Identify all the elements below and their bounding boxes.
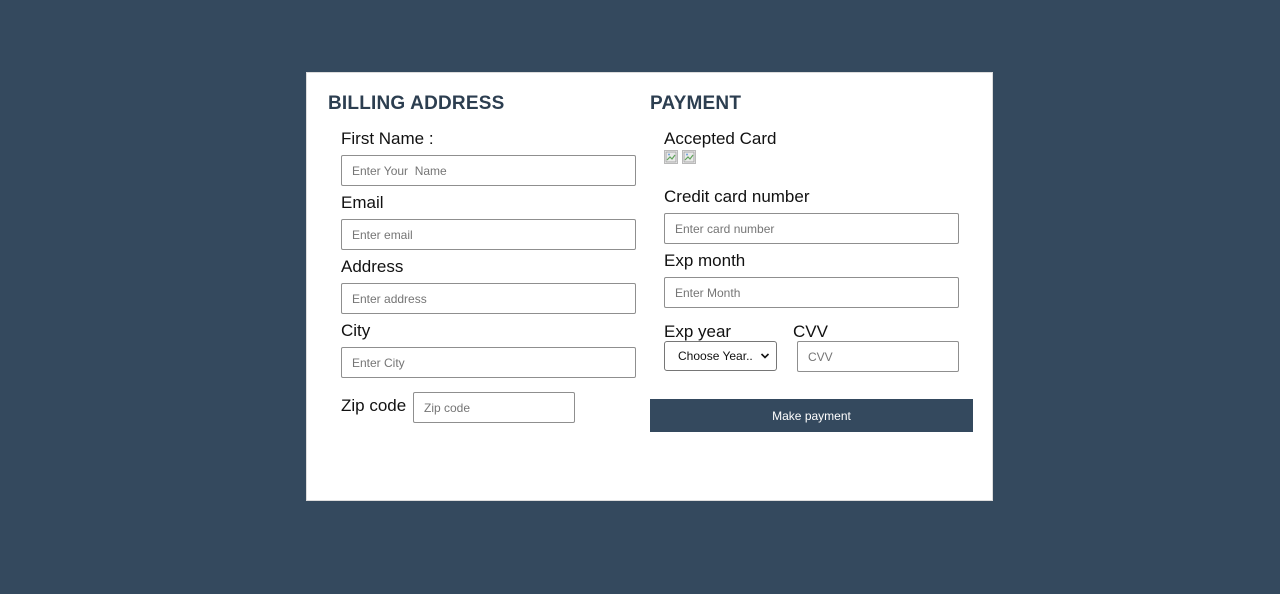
city-label: City <box>341 321 371 340</box>
zip-code-input[interactable] <box>413 392 575 423</box>
chevron-down-icon <box>760 353 770 359</box>
card-number-input[interactable] <box>664 213 959 244</box>
payment-heading: PAYMENT <box>650 93 742 114</box>
broken-image-icon <box>682 150 696 164</box>
email-input[interactable] <box>341 219 636 250</box>
email-label: Email <box>341 193 384 212</box>
address-input[interactable] <box>341 283 636 314</box>
exp-month-input[interactable] <box>664 277 959 308</box>
card-number-label: Credit card number <box>664 187 810 206</box>
address-label: Address <box>341 257 404 276</box>
cvv-input[interactable] <box>797 341 959 372</box>
checkout-form-card: BILLING ADDRESS First Name : Email Addre… <box>306 72 993 501</box>
cvv-label: CVV <box>793 322 828 341</box>
exp-year-label: Exp year <box>664 322 732 341</box>
first-name-label: First Name : <box>341 129 434 148</box>
billing-address-heading: BILLING ADDRESS <box>328 93 505 114</box>
exp-year-select[interactable]: Choose Year.. <box>664 341 777 371</box>
zip-code-label: Zip code <box>341 396 407 415</box>
exp-month-label: Exp month <box>664 251 746 270</box>
accepted-card-label: Accepted Card <box>664 129 777 148</box>
broken-image-icon <box>664 150 678 164</box>
first-name-input[interactable] <box>341 155 636 186</box>
make-payment-button[interactable]: Make payment <box>650 399 973 432</box>
exp-year-selected-value: Choose Year.. <box>678 349 753 363</box>
city-input[interactable] <box>341 347 636 378</box>
